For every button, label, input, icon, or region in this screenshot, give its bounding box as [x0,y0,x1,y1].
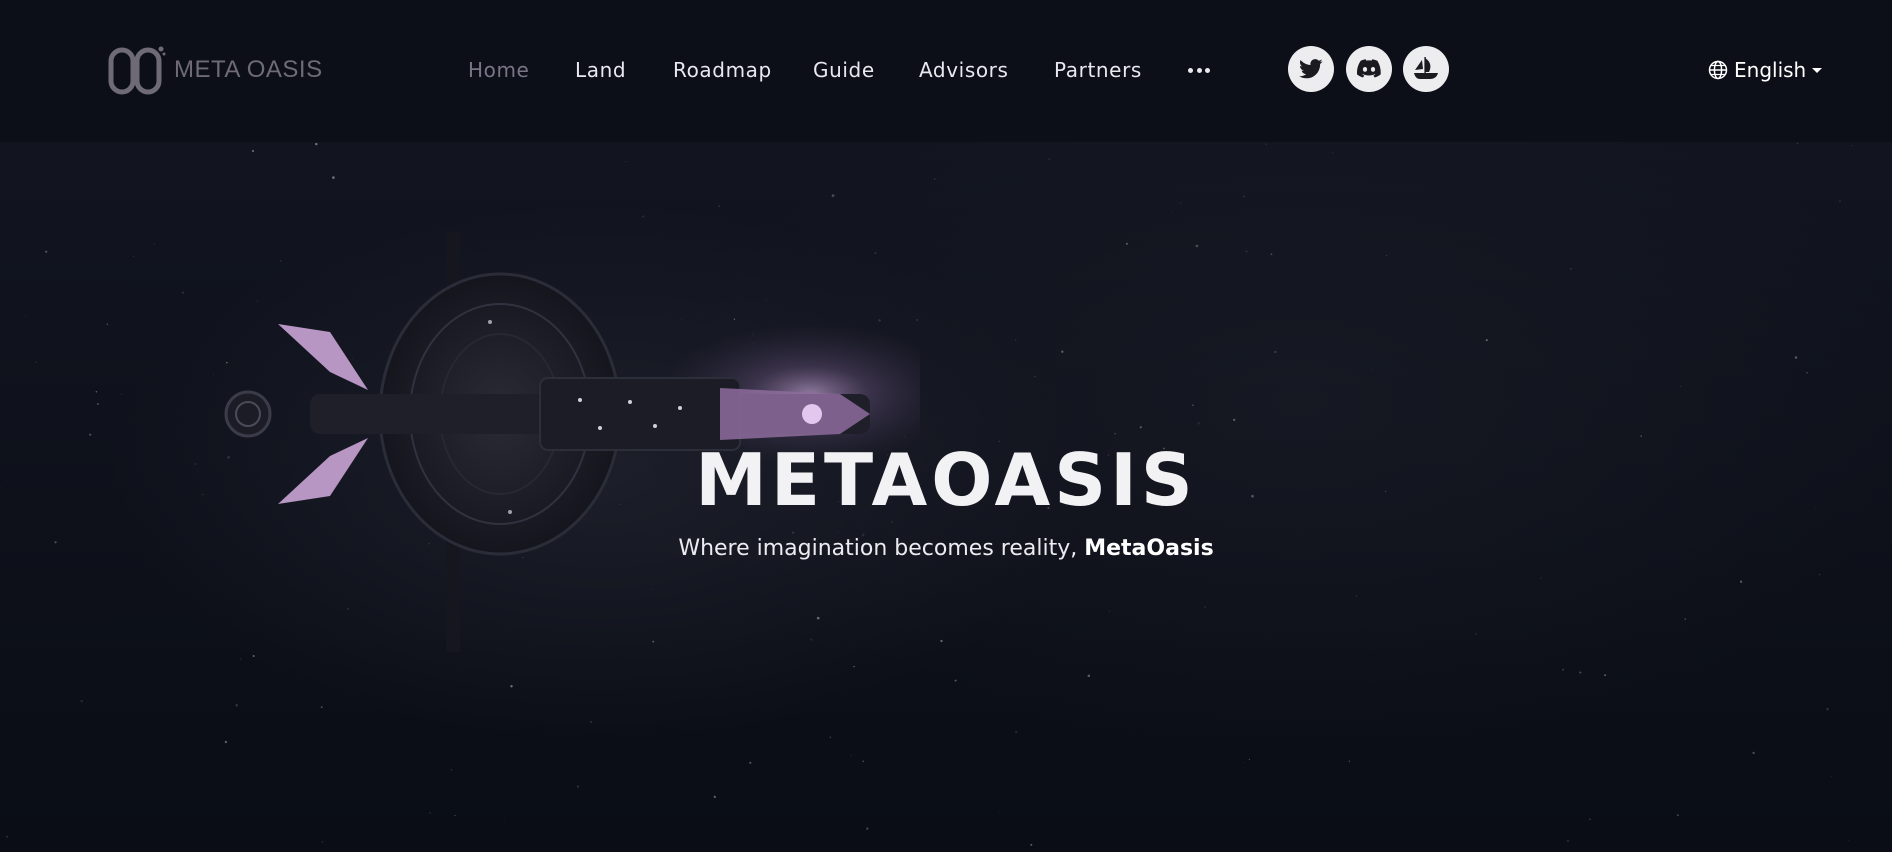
nav-item-guide[interactable]: Guide [813,56,875,84]
opensea-icon [1414,57,1438,79]
hero-subtitle-text: Where imagination becomes reality, [678,536,1085,561]
opensea-button[interactable] [1403,46,1449,92]
site-header: META OASIS Home Land Roadmap Guide Advis… [0,0,1892,142]
twitter-button[interactable] [1288,46,1334,92]
nav-item-advisors[interactable]: Advisors [919,56,1009,84]
language-label: English [1734,58,1807,82]
logo-link[interactable]: META OASIS [108,44,323,96]
nav-item-land[interactable]: Land [575,56,626,84]
caret-down-icon [1812,67,1823,73]
discord-button[interactable] [1346,46,1392,92]
discord-icon [1357,59,1381,78]
hero-subtitle-brand: MetaOasis [1084,536,1214,561]
language-selector[interactable]: English [1708,56,1823,84]
more-menu-button[interactable] [1188,56,1210,84]
hero-title: METAOASIS [695,438,1197,522]
nav-item-partners[interactable]: Partners [1054,56,1142,84]
hero-subtitle: Where imagination becomes reality, MetaO… [0,534,1892,564]
meta-oasis-logo-icon [108,46,166,95]
nav-item-roadmap[interactable]: Roadmap [673,56,772,84]
page: META OASIS Home Land Roadmap Guide Advis… [0,0,1892,852]
ellipsis-icon [1188,67,1193,73]
nav-item-home[interactable]: Home [468,56,529,84]
twitter-icon [1299,59,1323,79]
globe-icon [1708,60,1728,80]
hero-section: METAOASIS Where imagination becomes real… [0,142,1892,852]
logo-text: META OASIS [174,56,323,83]
